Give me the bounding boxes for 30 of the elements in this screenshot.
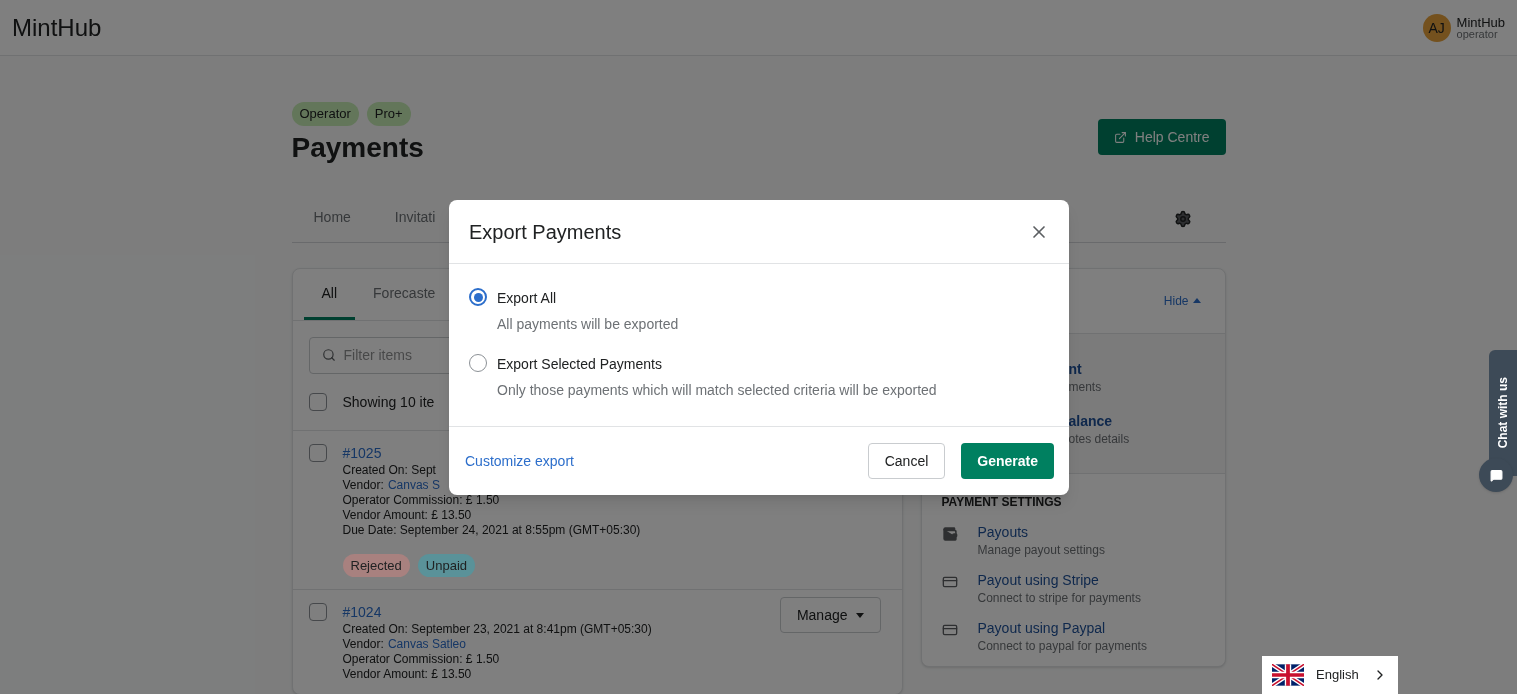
dialog-title: Export Payments [469,219,622,245]
page-title: Payments [291,130,424,165]
vendor-label: Vendor: [342,477,384,493]
payment-detail: Operator Commission: £ 1.50 [342,652,500,667]
payment-detail: Created On: September 23, 2021 at 8:41pm (GMT+05:30) [342,622,652,637]
user-name: MintHub [1456,15,1505,29]
chat-label: Chat with us [1495,377,1511,449]
vendor-label: Vendor: [342,637,384,652]
option-description: All payments will be exported [497,315,679,334]
payment-detail: Created On: Sept [342,462,436,478]
showing-count: Showing 10 ite [342,392,435,412]
payment-detail: Vendor Amount: £ 13.50 [342,507,472,523]
setting-item-description: Manage payout settings [977,541,1105,558]
status-tag: Rejected [342,553,410,577]
payment-detail: Vendor Amount: £ 13.50 [342,667,472,682]
user-role: operator [1456,28,1499,40]
overview-item-description: otes details [1068,430,1131,447]
setting-item-description: Connect to stripe for payments [977,589,1141,606]
settings-heading: PAYMENT SETTINGS [941,493,1063,510]
plan-badge: Pro+ [366,102,411,126]
option-description: Only those payments which will match selected criteria will be exported [497,381,937,400]
option-label: Export All [497,289,558,308]
payment-detail: Operator Commission: £ 1.50 [342,492,500,508]
setting-item-description: Connect to paypal for payments [977,637,1147,654]
status-tag: Unpaid [417,553,475,577]
option-label: Export Selected Payments [497,355,663,374]
plan-badge: Operator [291,102,359,126]
overview-item-description: ments [1068,378,1103,395]
brand-name: MintHub [12,12,102,43]
payment-detail: Due Date: September 24, 2021 at 8:55pm (GMT+05:30) [342,522,641,538]
